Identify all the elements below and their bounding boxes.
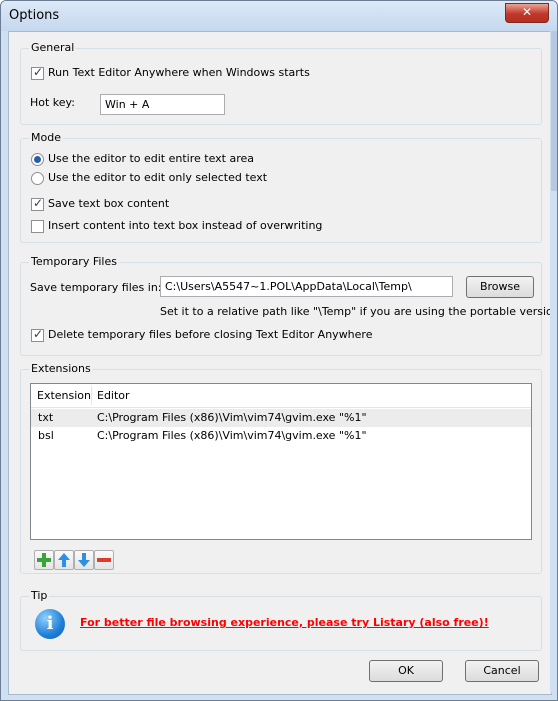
close-button[interactable]: ✕ <box>505 3 549 23</box>
insert-content-label: Insert content into text box instead of … <box>48 219 323 232</box>
window-scrollbar[interactable] <box>550 31 557 693</box>
row-editor: C:\Program Files (x86)\Vim\vim74\gvim.ex… <box>97 411 367 424</box>
radio-selected-dot <box>34 156 41 163</box>
add-extension-button[interactable] <box>34 550 54 570</box>
info-icon: i <box>35 609 65 639</box>
insert-content-checkbox[interactable] <box>31 220 44 233</box>
row-editor: C:\Program Files (x86)\Vim\vim74\gvim.ex… <box>97 429 367 442</box>
scrollbar-thumb[interactable] <box>551 31 557 191</box>
save-content-label: Save text box content <box>48 197 170 210</box>
table-row[interactable]: bsl C:\Program Files (x86)\Vim\vim74\gvi… <box>31 427 531 445</box>
cancel-button[interactable]: Cancel <box>465 660 539 682</box>
mode-group-title: Mode <box>29 131 63 144</box>
options-window: Options ✕ General ✓ Run Text Editor Anyw… <box>0 0 558 701</box>
hotkey-label: Hot key: <box>30 96 75 109</box>
extensions-list[interactable]: Extension Editor txt C:\Program Files (x… <box>30 383 532 540</box>
check-icon: ✓ <box>33 327 44 341</box>
extensions-group-title: Extensions <box>29 362 93 375</box>
extensions-group: Extensions Extension Editor txt C:\Progr… <box>20 362 542 574</box>
add-icon <box>37 553 51 567</box>
title-bar[interactable]: Options ✕ <box>1 1 557 31</box>
move-down-button[interactable] <box>74 550 94 570</box>
listary-link[interactable]: For better file browsing experience, ple… <box>80 616 489 629</box>
run-on-start-label: Run Text Editor Anywhere when Windows st… <box>48 66 310 79</box>
dialog-body: General ✓ Run Text Editor Anywhere when … <box>8 31 557 695</box>
general-group-title: General <box>29 41 77 54</box>
row-extension: bsl <box>38 429 54 442</box>
temp-path-hint: Set it to a relative path like "\Temp" i… <box>160 305 558 318</box>
remove-icon <box>97 558 111 562</box>
column-header-extension[interactable]: Extension <box>37 389 91 402</box>
tip-group-title: Tip <box>29 589 50 602</box>
save-content-checkbox[interactable]: ✓ <box>31 196 44 211</box>
window-title: Options <box>9 8 60 23</box>
edit-selected-radio[interactable] <box>31 172 44 185</box>
edit-selected-label: Use the editor to edit only selected tex… <box>48 171 268 184</box>
move-up-button[interactable] <box>54 550 74 570</box>
check-icon: ✓ <box>33 196 44 210</box>
row-extension: txt <box>38 411 54 424</box>
close-icon: ✕ <box>521 5 533 19</box>
temp-path-input[interactable]: C:\Users\A5547~1.POL\AppData\Local\Temp\ <box>160 276 453 297</box>
column-header-editor[interactable]: Editor <box>97 389 130 402</box>
tip-group: Tip i For better file browsing experienc… <box>20 589 542 651</box>
temp-path-label: Save temporary files in: <box>30 281 162 294</box>
general-group: General ✓ Run Text Editor Anywhere when … <box>20 41 542 125</box>
table-row[interactable]: txt C:\Program Files (x86)\Vim\vim74\gvi… <box>31 409 531 427</box>
remove-extension-button[interactable] <box>94 550 114 570</box>
edit-entire-radio[interactable] <box>31 153 44 166</box>
extensions-list-header: Extension Editor <box>31 384 531 408</box>
browse-button[interactable]: Browse <box>466 276 534 298</box>
arrow-up-icon <box>58 553 70 567</box>
column-divider[interactable] <box>91 386 92 405</box>
ok-button[interactable]: OK <box>369 660 443 682</box>
delete-temp-label: Delete temporary files before closing Te… <box>48 328 373 341</box>
temp-files-group-title: Temporary Files <box>29 255 119 268</box>
run-on-start-checkbox[interactable]: ✓ <box>31 65 44 80</box>
edit-entire-label: Use the editor to edit entire text area <box>48 152 255 165</box>
mode-group: Mode Use the editor to edit entire text … <box>20 131 542 243</box>
temp-files-group: Temporary Files Save temporary files in:… <box>20 255 557 356</box>
delete-temp-checkbox[interactable]: ✓ <box>31 327 44 342</box>
arrow-down-icon <box>78 553 90 567</box>
check-icon: ✓ <box>33 65 44 79</box>
hotkey-input[interactable]: Win + A <box>100 94 225 115</box>
